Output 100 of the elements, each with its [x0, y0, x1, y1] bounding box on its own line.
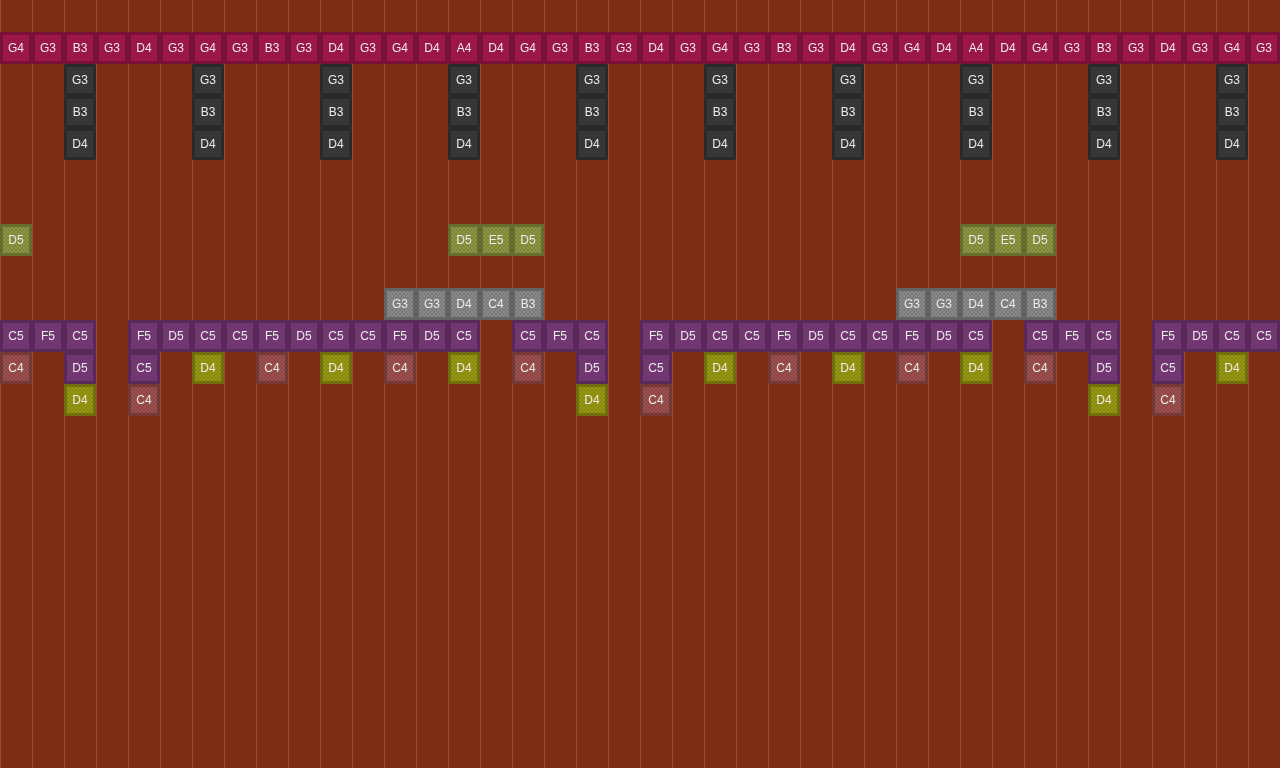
note-block: E5 — [480, 224, 512, 256]
note-block: C4 — [992, 288, 1024, 320]
note-block: B3 — [256, 32, 288, 64]
note-block: C4 — [512, 352, 544, 384]
note-block: G4 — [512, 32, 544, 64]
note-block: F5 — [544, 320, 576, 352]
note-block: C5 — [512, 320, 544, 352]
note-block: E5 — [992, 224, 1024, 256]
note-block: D4 — [1216, 352, 1248, 384]
note-block: D4 — [960, 288, 992, 320]
note-block: B3 — [1088, 96, 1120, 128]
note-block: D4 — [64, 384, 96, 416]
note-block: G4 — [1024, 32, 1056, 64]
note-block: B3 — [320, 96, 352, 128]
note-block: B3 — [64, 96, 96, 128]
note-block: D4 — [960, 352, 992, 384]
note-block: D4 — [576, 384, 608, 416]
note-block: G3 — [1248, 32, 1280, 64]
note-block: C4 — [128, 384, 160, 416]
note-block: D4 — [128, 32, 160, 64]
note-block: G3 — [896, 288, 928, 320]
note-block: G3 — [416, 288, 448, 320]
note-block: G4 — [704, 32, 736, 64]
note-block: D5 — [672, 320, 704, 352]
note-block: G3 — [384, 288, 416, 320]
note-block: G3 — [320, 64, 352, 96]
note-block: B3 — [960, 96, 992, 128]
note-block: B3 — [832, 96, 864, 128]
note-block: G4 — [1216, 32, 1248, 64]
note-block: G3 — [928, 288, 960, 320]
note-block: D5 — [960, 224, 992, 256]
note-block: B3 — [576, 96, 608, 128]
note-block: G3 — [160, 32, 192, 64]
note-block: G3 — [224, 32, 256, 64]
note-block: G3 — [608, 32, 640, 64]
note-block: G3 — [544, 32, 576, 64]
note-block: D4 — [640, 32, 672, 64]
note-block: G4 — [384, 32, 416, 64]
note-block: D4 — [832, 32, 864, 64]
note-block: B3 — [768, 32, 800, 64]
note-block: G3 — [1184, 32, 1216, 64]
note-block: C4 — [384, 352, 416, 384]
note-block: D5 — [1088, 352, 1120, 384]
note-block: C5 — [864, 320, 896, 352]
note-block: D5 — [416, 320, 448, 352]
note-block: C5 — [352, 320, 384, 352]
note-block: C5 — [960, 320, 992, 352]
note-block: D5 — [1184, 320, 1216, 352]
note-block: C4 — [1152, 384, 1184, 416]
note-block: D5 — [576, 352, 608, 384]
note-block: D4 — [448, 128, 480, 160]
note-block: G3 — [448, 64, 480, 96]
note-block: G3 — [800, 32, 832, 64]
note-block: D4 — [320, 128, 352, 160]
note-block: F5 — [384, 320, 416, 352]
note-block: G3 — [960, 64, 992, 96]
note-block: D4 — [832, 352, 864, 384]
note-block: D5 — [160, 320, 192, 352]
note-block: D4 — [1088, 128, 1120, 160]
note-block: D4 — [832, 128, 864, 160]
note-block: B3 — [1088, 32, 1120, 64]
note-block: D5 — [512, 224, 544, 256]
note-block: C5 — [1152, 352, 1184, 384]
note-block: D5 — [0, 224, 32, 256]
note-block: C4 — [0, 352, 32, 384]
note-block: G3 — [1216, 64, 1248, 96]
note-block: D4 — [1088, 384, 1120, 416]
note-block: G3 — [1120, 32, 1152, 64]
note-block: F5 — [1152, 320, 1184, 352]
note-block: C5 — [1024, 320, 1056, 352]
note-block: D5 — [288, 320, 320, 352]
note-block: G3 — [96, 32, 128, 64]
note-block: D4 — [320, 32, 352, 64]
note-block: C5 — [0, 320, 32, 352]
note-block: D4 — [64, 128, 96, 160]
note-block: D4 — [1216, 128, 1248, 160]
note-block: D4 — [448, 352, 480, 384]
note-block: D4 — [992, 32, 1024, 64]
note-block: D4 — [704, 352, 736, 384]
note-block: F5 — [768, 320, 800, 352]
note-block: C4 — [480, 288, 512, 320]
note-block: B3 — [448, 96, 480, 128]
note-block: G4 — [896, 32, 928, 64]
note-block: D4 — [192, 352, 224, 384]
note-block: C5 — [128, 352, 160, 384]
note-block: C5 — [64, 320, 96, 352]
note-block: B3 — [1024, 288, 1056, 320]
note-block: G3 — [1088, 64, 1120, 96]
note-block: D4 — [960, 128, 992, 160]
note-block: C4 — [256, 352, 288, 384]
note-block: C5 — [736, 320, 768, 352]
note-block: G3 — [672, 32, 704, 64]
note-block: G4 — [0, 32, 32, 64]
note-block: F5 — [896, 320, 928, 352]
note-block: C5 — [1088, 320, 1120, 352]
note-block: C5 — [448, 320, 480, 352]
note-block: B3 — [576, 32, 608, 64]
note-block: C5 — [1216, 320, 1248, 352]
note-block: D5 — [928, 320, 960, 352]
note-block: F5 — [32, 320, 64, 352]
